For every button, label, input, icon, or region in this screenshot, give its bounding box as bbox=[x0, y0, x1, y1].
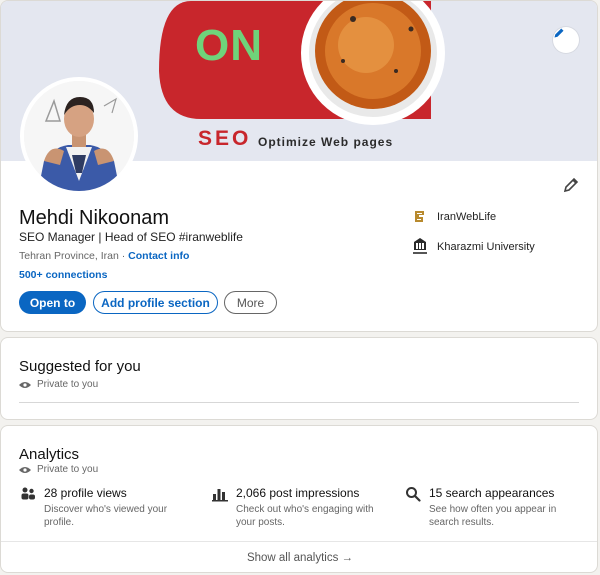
location-row: Tehran Province, Iran · Contact info bbox=[19, 250, 189, 262]
metric-desc: Discover who's viewed your profile. bbox=[44, 504, 168, 528]
add-profile-section-button[interactable]: Add profile section bbox=[93, 291, 218, 314]
university-logo-icon bbox=[411, 238, 429, 256]
metric-desc: Check out who's engaging with your posts… bbox=[236, 504, 374, 528]
profile-card: ON SEO Optimize Web pages Mehdi Nikoonam… bbox=[0, 0, 598, 332]
company-logo-icon bbox=[411, 208, 429, 226]
edit-profile-button[interactable] bbox=[561, 175, 581, 195]
banner-seo-text: SEO bbox=[198, 127, 252, 150]
profile-name: Mehdi Nikoonam bbox=[19, 207, 170, 229]
private-indicator: Private to you bbox=[19, 379, 98, 390]
school-name: Kharazmi University bbox=[437, 241, 535, 253]
divider bbox=[19, 402, 579, 403]
contact-info-link[interactable]: Contact info bbox=[128, 250, 189, 262]
suggested-card: Suggested for you Private to you bbox=[0, 337, 598, 420]
connections-link[interactable]: 500+ connections bbox=[19, 269, 107, 281]
show-all-analytics-button[interactable]: Show all analytics → bbox=[1, 541, 597, 572]
metric-title: 15 search appearances bbox=[429, 486, 555, 500]
search-icon bbox=[406, 487, 421, 502]
education-school[interactable]: Kharazmi University bbox=[411, 238, 535, 256]
current-company[interactable]: IranWebLife bbox=[411, 208, 496, 226]
profile-location: Tehran Province, Iran bbox=[19, 250, 119, 262]
eye-icon bbox=[19, 381, 31, 388]
people-icon bbox=[21, 487, 35, 500]
metric-title: 28 profile views bbox=[44, 486, 127, 500]
edit-banner-button[interactable] bbox=[553, 27, 579, 53]
private-label: Private to you bbox=[37, 464, 99, 475]
more-button[interactable]: More bbox=[224, 291, 277, 314]
pencil-icon bbox=[554, 28, 564, 38]
pencil-icon bbox=[563, 177, 579, 193]
suggested-title: Suggested for you bbox=[19, 358, 141, 375]
banner-tagline: Optimize Web pages bbox=[258, 135, 394, 149]
metric-desc: See how often you appear in search resul… bbox=[429, 504, 557, 528]
bar-chart-icon bbox=[212, 489, 228, 502]
profile-headline: SEO Manager | Head of SEO #iranweblife bbox=[19, 230, 243, 244]
private-indicator: Private to you bbox=[19, 464, 98, 475]
company-name: IranWebLife bbox=[437, 211, 497, 223]
metric-title: 2,066 post impressions bbox=[236, 486, 360, 500]
banner-on-text: ON bbox=[195, 21, 263, 70]
analytics-title: Analytics bbox=[19, 446, 80, 463]
separator: · bbox=[118, 250, 129, 262]
eye-icon bbox=[19, 466, 31, 473]
private-label: Private to you bbox=[37, 379, 99, 390]
analytics-card: Analytics Private to you 28 profile view… bbox=[0, 425, 598, 573]
open-to-button[interactable]: Open to bbox=[19, 291, 86, 314]
profile-photo bbox=[24, 81, 134, 191]
avatar[interactable] bbox=[20, 77, 138, 195]
